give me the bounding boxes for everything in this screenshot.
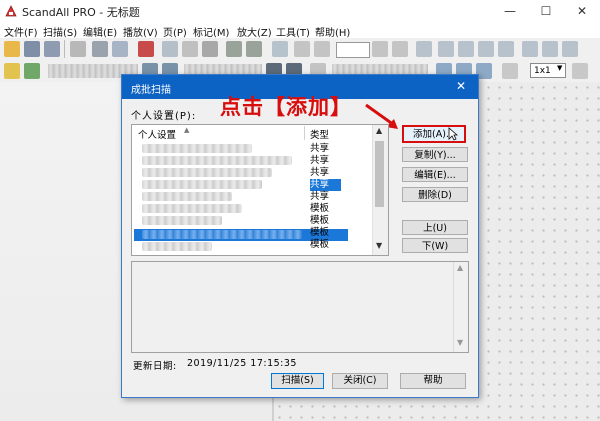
table-row-selected[interactable]: 共享	[310, 179, 342, 191]
edit-profile-button[interactable]: 编辑(E)...	[402, 167, 468, 182]
window-title: ScandAll PRO - 无标题	[22, 6, 140, 19]
main-toolbar	[0, 38, 600, 61]
delete-profile-button[interactable]: 删除(D)	[402, 187, 468, 202]
page-first-icon[interactable]	[294, 41, 310, 57]
update-date-value: 2019/11/25 17:15:35	[187, 358, 297, 369]
profile-name-blurred	[142, 230, 302, 239]
profile-description-box: ▲ ▼	[131, 261, 469, 353]
profile-name-blurred	[142, 168, 272, 177]
mouse-cursor-icon	[448, 127, 458, 141]
select-icon[interactable]	[522, 41, 538, 57]
zoom-options-icon[interactable]	[572, 63, 588, 79]
rotate-left-icon[interactable]	[226, 41, 242, 57]
profile-name-blurred	[142, 242, 212, 251]
menu-scan[interactable]: 扫描(S)	[43, 24, 77, 39]
profile-list[interactable]: 个人设置 ▲ 类型 共享 共享 共享 共享 共享 模板 模板 模板 模板 ▲ ▼	[131, 124, 389, 256]
grid-icon[interactable]	[562, 41, 578, 57]
chevron-down-icon[interactable]: ▼	[557, 64, 562, 72]
annotation-text: 点击【添加】	[220, 95, 352, 119]
close-button[interactable]: 关闭(C)	[332, 373, 388, 389]
open-icon[interactable]	[4, 41, 20, 57]
save-as-icon[interactable]	[44, 41, 60, 57]
menu-help[interactable]: 帮助(H)	[315, 24, 350, 39]
menu-edit[interactable]: 编辑(E)	[83, 24, 117, 39]
scan-start-icon[interactable]	[24, 63, 40, 79]
scrollbar-thumb[interactable]	[375, 141, 384, 207]
minimize-button[interactable]: —	[492, 0, 528, 22]
table-row[interactable]: 共享	[310, 143, 329, 155]
menu-page[interactable]: 页(P)	[163, 24, 187, 39]
profile-name-blurred	[142, 180, 262, 189]
table-row[interactable]: 模板	[310, 203, 329, 215]
update-date-label: 更新日期:	[133, 361, 177, 372]
scroll-up-icon[interactable]: ▲	[457, 263, 463, 272]
scandall-app-icon	[5, 5, 17, 17]
scan-settings-icon[interactable]	[4, 63, 20, 79]
view-1-icon[interactable]	[438, 41, 454, 57]
rotate-right-icon[interactable]	[246, 41, 262, 57]
scroll-down-icon[interactable]: ▼	[376, 241, 382, 250]
table-row[interactable]: 共享	[310, 167, 329, 179]
cut-icon[interactable]	[162, 41, 178, 57]
page-prev-icon[interactable]	[314, 41, 330, 57]
menu-file[interactable]: 文件(F)	[4, 24, 38, 39]
menu-tools[interactable]: 工具(T)	[276, 24, 310, 39]
save-icon[interactable]	[24, 41, 40, 57]
properties-icon[interactable]	[70, 41, 86, 57]
table-row[interactable]: 模板	[310, 215, 329, 227]
scroll-down-icon[interactable]: ▼	[457, 338, 463, 347]
column-divider[interactable]	[304, 126, 305, 140]
zoom-icon[interactable]	[502, 63, 518, 79]
window-close-button[interactable]: ✕	[564, 0, 600, 22]
mail-icon[interactable]	[112, 41, 128, 57]
view-4-icon[interactable]	[498, 41, 514, 57]
toolbar-separator	[64, 40, 65, 58]
paste-icon[interactable]	[202, 41, 218, 57]
batch-scan-dialog: 成批扫描 ✕ 个人设置(P): 点击【添加】 个人设置 ▲ 类型 共享 共享 共…	[121, 74, 479, 398]
table-row[interactable]: 模板	[310, 239, 329, 251]
profile-name-blurred	[142, 156, 292, 165]
profile-name-blurred	[142, 216, 222, 225]
menu-mark[interactable]: 标记(M)	[193, 24, 229, 39]
copy-profile-button[interactable]: 复制(Y)...	[402, 147, 468, 162]
profile-name-blurred	[142, 192, 232, 201]
copy-icon[interactable]	[182, 41, 198, 57]
print-icon[interactable]	[92, 41, 108, 57]
window-title-bar: ScandAll PRO - 无标题 — ☐ ✕	[0, 0, 600, 22]
help-button[interactable]: 帮助	[400, 373, 466, 389]
table-row[interactable]: 共享	[310, 155, 329, 167]
marker-icon[interactable]	[542, 41, 558, 57]
dialog-title: 成批扫描	[131, 85, 171, 96]
page-next-icon[interactable]	[372, 41, 388, 57]
profile-label: 个人设置(P):	[131, 111, 197, 122]
thumbnail-icon[interactable]	[416, 41, 432, 57]
profile-name-blurred	[142, 204, 242, 213]
move-up-button[interactable]: 上(U)	[402, 220, 468, 235]
move-down-button[interactable]: 下(W)	[402, 238, 468, 253]
column-header-name[interactable]: 个人设置	[138, 127, 176, 141]
insert-page-icon[interactable]	[272, 41, 288, 57]
page-number-field[interactable]	[336, 42, 370, 58]
menu-bar: 文件(F) 扫描(S) 编辑(E) 播放(V) 页(P) 标记(M) 放大(Z)…	[0, 22, 600, 39]
scroll-up-icon[interactable]: ▲	[376, 126, 382, 135]
view-2-icon[interactable]	[458, 41, 474, 57]
table-row[interactable]: 共享	[310, 191, 329, 203]
view-3-icon[interactable]	[478, 41, 494, 57]
menu-zoom[interactable]: 放大(Z)	[237, 24, 272, 39]
page-last-icon[interactable]	[392, 41, 408, 57]
column-header-type[interactable]: 类型	[310, 127, 329, 141]
maximize-button[interactable]: ☐	[528, 0, 564, 22]
dialog-close-button[interactable]: ✕	[456, 79, 466, 93]
table-row[interactable]: 模板	[310, 227, 329, 239]
menu-play[interactable]: 播放(V)	[123, 24, 158, 39]
sort-up-icon: ▲	[184, 126, 190, 134]
profile-name-blurred	[142, 144, 252, 153]
delete-page-icon[interactable]	[138, 41, 154, 57]
scan-button[interactable]: 扫描(S)	[271, 373, 324, 389]
